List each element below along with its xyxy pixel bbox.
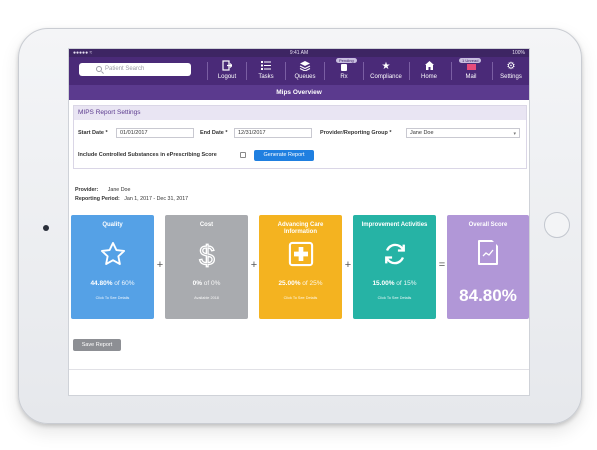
nav-compliance[interactable]: ★ Compliance	[366, 60, 406, 84]
tasks-list-icon	[249, 60, 283, 73]
nav-mail[interactable]: 1 Unread Mail	[454, 58, 488, 84]
chevron-down-icon: ▾	[513, 131, 516, 137]
aci-score: 25.00% of 25%	[278, 280, 323, 287]
end-date-field[interactable]: 12/31/2017	[234, 128, 312, 138]
home-hardware-button[interactable]	[544, 212, 570, 238]
ia-score: 15.00% of 15%	[372, 280, 417, 287]
page-title: Mips Overview	[69, 85, 529, 100]
nav-logout[interactable]: Logout	[210, 60, 244, 84]
quality-card[interactable]: Quality 44.80% of 60% Click To See Detai…	[71, 215, 154, 319]
nav-divider	[246, 62, 247, 80]
nav-tasks[interactable]: Tasks	[249, 60, 283, 84]
nav-queues[interactable]: Queues	[288, 60, 322, 84]
nav-divider	[451, 62, 452, 80]
nav-divider	[409, 62, 410, 80]
status-bar: ●●●●● ≈ 9:41 AM 100%	[69, 49, 529, 57]
star-icon: ★	[381, 61, 391, 72]
mail-unread-badge: 1 Unread	[459, 58, 482, 63]
advancing-care-information-card[interactable]: Advancing Care Information 25.00% of 25%…	[259, 215, 342, 319]
quality-score: 44.80% of 60%	[90, 280, 135, 287]
svg-text:$: $	[199, 240, 215, 270]
dollar-icon: $	[165, 239, 248, 272]
aci-details-link[interactable]: Click To See Details	[259, 296, 342, 300]
search-icon	[96, 66, 102, 72]
cost-availability-note: Available 2018	[194, 296, 219, 300]
app-screen: ●●●●● ≈ 9:41 AM 100% Patient Search Logo…	[68, 48, 530, 396]
controlled-substances-label: Include Controlled Substances in ePrescr…	[78, 152, 217, 158]
nav-divider	[324, 62, 325, 80]
search-placeholder: Patient Search	[105, 66, 145, 72]
ia-details-link[interactable]: Click To See Details	[353, 296, 436, 300]
reporting-period-line: Reporting Period: Jan 1, 2017 - Dec 31, …	[75, 196, 188, 202]
bottom-divider	[69, 369, 529, 370]
status-time: 9:41 AM	[289, 50, 309, 56]
medical-cross-icon	[259, 240, 342, 272]
aci-title: Advancing Care Information	[277, 222, 324, 235]
provider-group-label: Provider/Reporting Group *	[320, 130, 392, 136]
provider-group-select[interactable]: Jane Doe ▾	[406, 128, 520, 138]
mips-report-settings-panel: MIPS Report Settings Start Date * 01/01/…	[73, 105, 527, 169]
logout-icon	[210, 60, 244, 73]
patient-search-input[interactable]: Patient Search	[79, 63, 191, 76]
generate-report-button[interactable]: Generate Report	[254, 150, 314, 161]
start-date-field[interactable]: 01/01/2017	[116, 128, 194, 138]
battery-level: 100%	[512, 50, 525, 56]
nav-divider	[207, 62, 208, 80]
ia-title: Improvement Activities	[361, 222, 428, 228]
overall-title: Overall Score	[468, 222, 508, 228]
quality-details-link[interactable]: Click To See Details	[71, 296, 154, 300]
top-nav-bar: Patient Search Logout Tasks Queues Pendi…	[69, 57, 529, 85]
quality-title: Quality	[102, 222, 123, 228]
provider-line: Provider: Jane Doe	[75, 187, 130, 193]
settings-heading: MIPS Report Settings	[74, 106, 526, 120]
nav-divider	[285, 62, 286, 80]
star-outline-icon	[71, 240, 154, 272]
queues-stack-icon	[288, 60, 322, 73]
nav-settings[interactable]: ⚙ Settings	[494, 60, 528, 84]
refresh-icon	[353, 240, 436, 272]
cost-title: Cost	[199, 222, 214, 228]
overall-score-card: Overall Score 84.80%	[447, 215, 529, 319]
cost-score: 0% of 0%	[192, 280, 221, 287]
nav-rx[interactable]: Pending Rx	[327, 58, 361, 84]
controlled-substances-checkbox[interactable]	[240, 152, 246, 158]
start-date-label: Start Date *	[78, 130, 108, 136]
rx-badge: Pending	[336, 58, 357, 63]
report-chart-icon	[447, 240, 529, 272]
reporting-period-value: Jan 1, 2017 - Dec 31, 2017	[124, 196, 189, 202]
nav-home[interactable]: Home	[412, 60, 446, 84]
nav-divider	[363, 62, 364, 80]
save-report-button[interactable]: Save Report	[73, 339, 121, 351]
improvement-activities-card[interactable]: Improvement Activities 15.00% of 15% Cli…	[353, 215, 436, 319]
provider-label: Provider:	[75, 187, 99, 193]
gear-icon: ⚙	[506, 61, 516, 72]
provider-value: Jane Doe	[107, 187, 131, 193]
cost-card: Cost $ 0% of 0% Available 2018	[165, 215, 248, 319]
overall-score-value: 84.80%	[459, 286, 517, 305]
home-icon	[412, 60, 446, 73]
nav-divider	[492, 62, 493, 80]
camera	[43, 225, 49, 231]
end-date-label: End Date *	[200, 130, 228, 136]
reporting-period-label: Reporting Period:	[75, 196, 120, 202]
